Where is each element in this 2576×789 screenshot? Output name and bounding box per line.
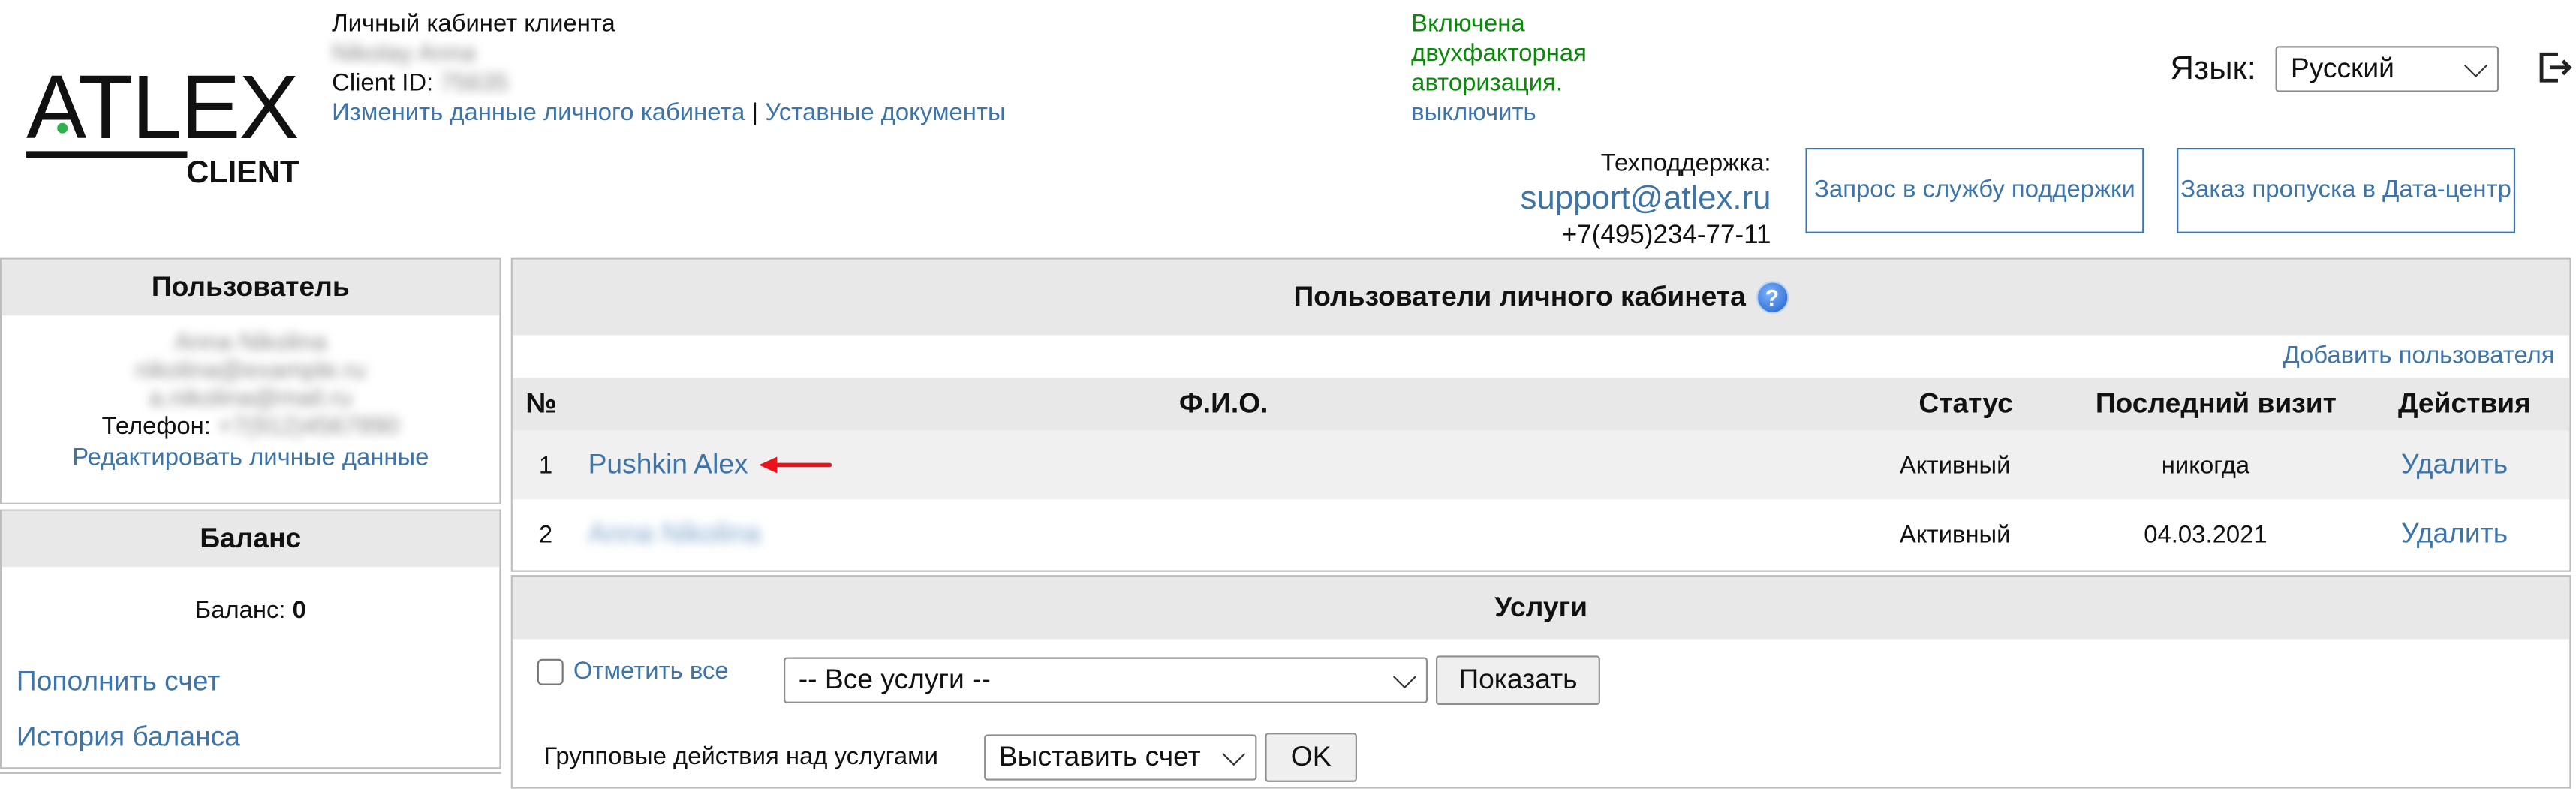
user-phone-label: Телефон: bbox=[101, 412, 211, 441]
cabinet-users-title: Пользователи личного кабинета bbox=[1293, 281, 1746, 312]
col-last-visit-header: Последний визит bbox=[2095, 387, 2337, 420]
select-all-checkbox[interactable] bbox=[537, 658, 564, 685]
add-user-link[interactable]: Добавить пользователя bbox=[2283, 342, 2554, 369]
twofa-disable-link[interactable]: выключить bbox=[1411, 98, 1587, 128]
client-id-row: Client ID: 75635 bbox=[332, 69, 1005, 98]
logout-icon[interactable] bbox=[2537, 50, 2573, 86]
support-phone: +7(495)234-77-11 bbox=[1561, 221, 1771, 250]
user-blurred-line-1: Anna Nikolina bbox=[174, 328, 327, 357]
chevron-down-icon bbox=[1222, 742, 1246, 766]
chevron-down-icon bbox=[1392, 664, 1416, 688]
topup-balance-link[interactable]: Пополнить счет bbox=[17, 665, 500, 698]
logo-green-dot bbox=[57, 122, 68, 134]
edit-cabinet-link[interactable]: Изменить данные личного кабинета bbox=[332, 98, 745, 126]
select-all-label[interactable]: Отметить все bbox=[573, 658, 729, 685]
client-id-value: 75635 bbox=[440, 68, 509, 98]
user-phone-value: +7(912)4567890 bbox=[218, 412, 399, 441]
ok-button[interactable]: OK bbox=[1265, 733, 1357, 782]
language-label: Язык: bbox=[2170, 50, 2256, 86]
services-panel-title: Услуги bbox=[512, 577, 2570, 640]
twofa-line-3: авторизация. bbox=[1411, 68, 1563, 98]
row-status: Активный bbox=[1899, 519, 2011, 548]
balance-value: 0 bbox=[292, 596, 306, 625]
cabinet-users-panel: Пользователи личного кабинета ? Добавить… bbox=[510, 257, 2571, 572]
row-action-cell: Удалить bbox=[2349, 449, 2559, 482]
client-name: Nikolay Anna bbox=[332, 39, 476, 68]
language-select[interactable]: Русский bbox=[2276, 46, 2499, 92]
delete-user-link[interactable]: Удалить bbox=[2401, 517, 2508, 549]
show-button[interactable]: Показать bbox=[1436, 655, 1600, 705]
language-switcher: Язык: Русский bbox=[2170, 46, 2499, 92]
link-separator: | bbox=[751, 98, 759, 127]
datacenter-pass-button[interactable]: Заказ пропуска в Дата-центр bbox=[2177, 147, 2516, 233]
support-contacts: Техподдержка: support@atlex.ru +7(495)23… bbox=[1520, 149, 1771, 253]
support-request-button[interactable]: Запрос в службу поддержки bbox=[1805, 147, 2144, 233]
twofa-line-2: двухфакторная bbox=[1411, 39, 1587, 68]
user-panel: Пользователь Anna Nikolina nikolina@exam… bbox=[0, 257, 501, 504]
delete-user-link[interactable]: Удалить bbox=[2401, 449, 2508, 480]
cabinet-links: Изменить данные личного кабинета | Устав… bbox=[332, 98, 1005, 128]
twofa-line-1: Включена bbox=[1411, 10, 1525, 38]
left-panel-edge bbox=[0, 772, 501, 781]
users-table-header: № Ф.И.О. Статус Последний визит Действия bbox=[512, 378, 2570, 431]
client-id-label: Client ID: bbox=[332, 68, 434, 98]
chevron-down-icon bbox=[2464, 53, 2488, 77]
table-row: 2 Anna Nikolina Активный 04.03.2021 Удал… bbox=[512, 499, 2570, 569]
services-filter-value: -- Все услуги -- bbox=[798, 664, 991, 695]
add-user-row: Добавить пользователя bbox=[513, 336, 2569, 378]
col-name-header: Ф.И.О. bbox=[1179, 387, 1268, 420]
logout-graphic bbox=[2539, 52, 2572, 83]
group-action-value: Выставить счет bbox=[998, 741, 1201, 772]
atlex-client-logo[interactable]: ATLEX CLIENT bbox=[23, 56, 305, 191]
user-blurred-line-3: a.nikolina@mail.ru bbox=[149, 384, 353, 413]
cabinet-title: Личный кабинет клиента bbox=[332, 10, 615, 38]
logo-underline bbox=[26, 151, 188, 158]
statutory-docs-link[interactable]: Уставные документы bbox=[765, 98, 1005, 126]
support-label: Техподдержка: bbox=[1600, 149, 1771, 178]
row-name-cell: Pushkin Alex bbox=[575, 449, 1848, 482]
red-arrow-annotation bbox=[759, 456, 832, 474]
help-icon[interactable]: ? bbox=[1755, 281, 1789, 315]
balance-panel: Баланс Баланс: 0 Пополнить счет История … bbox=[0, 509, 501, 769]
row-last-visit: 04.03.2021 bbox=[2144, 519, 2268, 548]
col-num-header: № bbox=[525, 387, 557, 420]
balance-row: Баланс: 0 bbox=[2, 597, 499, 625]
row-name-cell: Anna Nikolina bbox=[575, 517, 1848, 550]
twofa-status: Включена двухфакторная авторизация. выкл… bbox=[1411, 10, 1587, 128]
row-last-visit: никогда bbox=[2161, 450, 2250, 480]
balance-panel-title: Баланс bbox=[2, 510, 500, 568]
group-action-select[interactable]: Выставить счет bbox=[984, 734, 1257, 781]
support-email-link[interactable]: support@atlex.ru bbox=[1520, 177, 1771, 220]
balance-label: Баланс: bbox=[194, 596, 286, 625]
user-name-link[interactable]: Pushkin Alex bbox=[588, 449, 748, 482]
logo-main-text: ATLEX bbox=[26, 62, 297, 158]
balance-history-link[interactable]: История баланса bbox=[17, 721, 500, 754]
user-panel-title: Пользователь bbox=[2, 259, 500, 316]
row-num: 2 bbox=[538, 519, 553, 548]
services-panel: Услуги Отметить все -- Все услуги -- Пок… bbox=[510, 575, 2571, 789]
select-all-group: Отметить все bbox=[537, 658, 729, 685]
user-phone-row: Телефон: +7(912)4567890 bbox=[2, 412, 499, 440]
row-num: 1 bbox=[538, 450, 553, 480]
table-row: 1 Pushkin Alex Активный никогда Удалить bbox=[512, 430, 2570, 500]
col-status-header: Статус bbox=[1918, 387, 2013, 420]
services-filter-select[interactable]: -- Все услуги -- bbox=[784, 657, 1428, 703]
logo-graphic: ATLEX CLIENT bbox=[26, 56, 299, 189]
language-select-value: Русский bbox=[2290, 53, 2394, 84]
cabinet-info: Личный кабинет клиента Nikolay Anna Clie… bbox=[332, 10, 1005, 128]
logo-sub-text: CLIENT bbox=[186, 154, 299, 189]
edit-personal-data-link[interactable]: Редактировать личные данные bbox=[2, 444, 499, 471]
group-actions-label: Групповые действия над услугами bbox=[543, 742, 939, 771]
user-name-link[interactable]: Anna Nikolina bbox=[588, 517, 761, 549]
user-blurred-line-2: nikolina@example.ru bbox=[135, 356, 366, 385]
cabinet-users-header: Пользователи личного кабинета ? bbox=[512, 259, 2570, 336]
user-panel-body: Anna Nikolina nikolina@example.ru a.niko… bbox=[2, 329, 499, 471]
row-status: Активный bbox=[1899, 450, 2011, 480]
row-action-cell: Удалить bbox=[2349, 517, 2559, 550]
col-actions-header: Действия bbox=[2397, 387, 2531, 420]
page: ATLEX CLIENT Личный кабинет клиента Niko… bbox=[0, 0, 2576, 789]
